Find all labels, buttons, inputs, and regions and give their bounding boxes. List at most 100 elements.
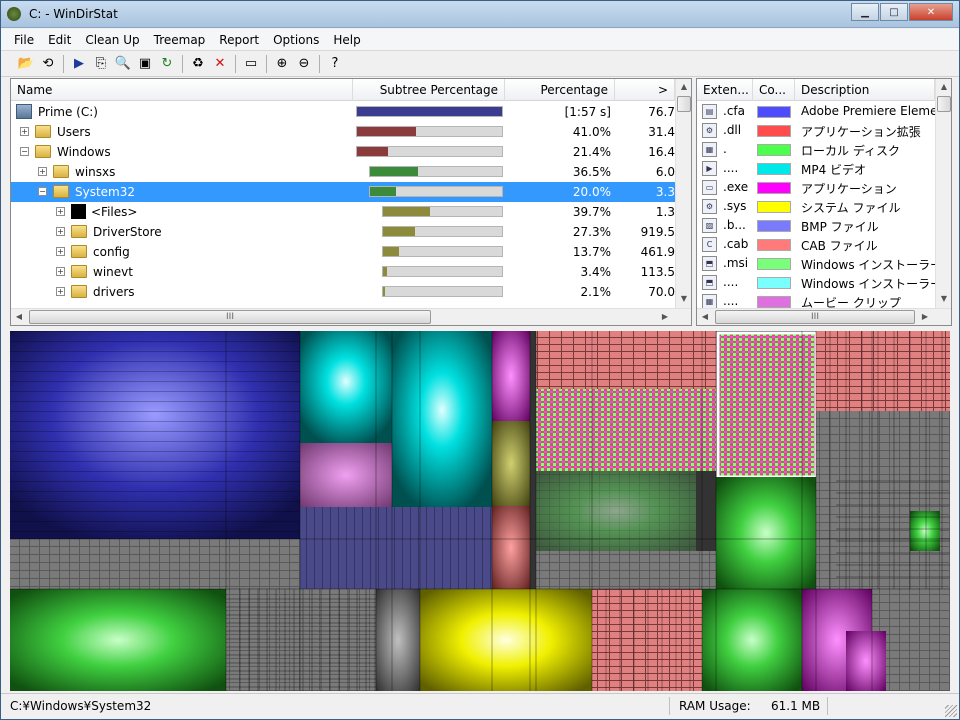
extension-row[interactable]: ⚙ .dll アプリケーション拡張 (697, 121, 935, 140)
cmd-icon[interactable]: ▣ (134, 53, 156, 75)
folder-icon (35, 125, 51, 138)
minimize-button[interactable]: ▁ (851, 3, 879, 21)
extension-row[interactable]: ⬒.... Windows インストーラー (697, 273, 935, 292)
refresh-icon[interactable]: ⟲ (37, 53, 59, 75)
extension-row[interactable]: ▦.... ムービー クリップ (697, 292, 935, 308)
expand-icon[interactable]: + (38, 167, 47, 176)
ext-scroll-left-arrow-icon[interactable]: ◀ (697, 309, 713, 325)
expand-icon[interactable]: + (56, 227, 65, 236)
ext-scroll-up-arrow-icon[interactable]: ▲ (936, 79, 951, 95)
extension-vertical-scrollbar[interactable]: ▲ ▼ (935, 79, 951, 308)
expand-icon[interactable]: + (56, 267, 65, 276)
column-description[interactable]: Description (795, 79, 935, 101)
tree-row[interactable]: − System32 20.0% 3.3 (11, 182, 675, 202)
tree-item-name: DriverStore (93, 225, 162, 239)
extension-row[interactable]: ▭ .exe アプリケーション (697, 178, 935, 197)
tree-vscroll-thumb[interactable] (677, 96, 691, 112)
tree-row[interactable]: Prime (C:) [1:57 s] 76.7 (11, 102, 675, 122)
menu-edit[interactable]: Edit (41, 29, 78, 51)
ext-scroll-down-arrow-icon[interactable]: ▼ (936, 291, 951, 307)
subtree-percentage-fill (357, 147, 389, 156)
column-extension[interactable]: Exten... (697, 79, 753, 101)
treemap-canvas[interactable] (10, 331, 950, 691)
column-subtree-percentage[interactable]: Subtree Percentage (353, 79, 505, 101)
menu-file[interactable]: File (7, 29, 41, 51)
menu-report[interactable]: Report (212, 29, 266, 51)
open-icon[interactable]: 📂 (15, 53, 37, 75)
menu-clean-up[interactable]: Clean Up (78, 29, 146, 51)
extension-row[interactable]: C .cab CAB ファイル (697, 235, 935, 254)
scroll-up-arrow-icon[interactable]: ▲ (676, 79, 691, 95)
column-color[interactable]: Co... (753, 79, 795, 101)
explorer-icon[interactable]: 🔍 (112, 53, 134, 75)
expand-icon[interactable]: + (20, 127, 29, 136)
extension-row[interactable]: ▦. ローカル ディスク (697, 140, 935, 159)
collapse-icon[interactable]: − (38, 187, 47, 196)
expand-icon[interactable]: + (56, 247, 65, 256)
extension-rows: ▤ .cfa Adobe Premiere Eleme ⚙ .dll アプリケーション拡張… (697, 102, 935, 308)
extension-description: ローカル ディスク (801, 144, 900, 158)
title-bar[interactable]: C: - WinDirStat ▁ □ ✕ (1, 1, 959, 28)
zoom-in-icon[interactable]: ⊕ (271, 53, 293, 75)
properties-icon[interactable]: ▭ (240, 53, 262, 75)
column-size[interactable]: > (615, 79, 675, 101)
scroll-down-arrow-icon[interactable]: ▼ (676, 291, 691, 307)
size-value: 113.5 (640, 265, 675, 279)
refresh-sel-icon[interactable]: ↻ (156, 53, 178, 75)
subtree-percentage-fill (383, 267, 388, 276)
tree-row[interactable]: − Windows 21.4% 16.4 (11, 142, 675, 162)
percentage-value: 36.5% (572, 165, 611, 179)
menu-help[interactable]: Help (326, 29, 367, 51)
recycle-icon[interactable]: ♻ (187, 53, 209, 75)
tree-vertical-scrollbar[interactable]: ▲ ▼ (675, 79, 691, 308)
extension-row[interactable]: ▤ .cfa Adobe Premiere Eleme (697, 102, 935, 121)
tree-row[interactable]: + winevt 3.4% 113.5 (11, 262, 675, 282)
file-type-icon: ⚙ (702, 199, 717, 214)
resize-grip[interactable] (945, 705, 957, 717)
extension-name: .b... (723, 218, 746, 232)
tree-row[interactable]: + Users 41.0% 31.4 (11, 122, 675, 142)
subtree-percentage-fill (357, 127, 417, 136)
column-percentage[interactable]: Percentage (505, 79, 615, 101)
tree-row[interactable]: + drivers 2.1% 70.0 (11, 282, 675, 302)
file-type-icon: ▶ (702, 161, 717, 176)
tree-hscroll-thumb[interactable]: III (29, 310, 431, 324)
close-button[interactable]: ✕ (909, 3, 953, 21)
expand-icon[interactable]: + (56, 207, 65, 216)
ext-hscroll-thumb[interactable]: III (715, 310, 915, 324)
ext-vscroll-thumb[interactable] (937, 96, 951, 112)
menu-treemap[interactable]: Treemap (147, 29, 213, 51)
maximize-button[interactable]: □ (880, 3, 908, 21)
treemap-view[interactable] (10, 331, 950, 691)
extension-description: システム ファイル (801, 201, 901, 215)
play-icon[interactable]: ▶ (68, 53, 90, 75)
delete-icon[interactable]: ✕ (209, 53, 231, 75)
folder-icon (53, 185, 69, 198)
extension-horizontal-scrollbar[interactable]: ◀ III ▶ (697, 308, 951, 325)
expand-icon[interactable]: + (56, 287, 65, 296)
percentage-value: [1:57 s] (564, 105, 611, 119)
tree-row[interactable]: + winsxs 36.5% 6.0 (11, 162, 675, 182)
scroll-right-arrow-icon[interactable]: ▶ (657, 309, 673, 325)
collapse-icon[interactable]: − (20, 147, 29, 156)
tree-row[interactable]: + <Files> 39.7% 1.3 (11, 202, 675, 222)
copy-icon[interactable]: ⎘ (90, 53, 112, 75)
extension-description: Windows インストーラー (801, 277, 935, 291)
scroll-left-arrow-icon[interactable]: ◀ (11, 309, 27, 325)
extension-row[interactable]: ⬒ .msi Windows インストーラー (697, 254, 935, 273)
zoom-out-icon[interactable]: ⊖ (293, 53, 315, 75)
menu-options[interactable]: Options (266, 29, 326, 51)
extension-row[interactable]: ▨ .b... BMP ファイル (697, 216, 935, 235)
extension-row[interactable]: ▶.... MP4 ビデオ (697, 159, 935, 178)
tree-horizontal-scrollbar[interactable]: ◀ III ▶ (11, 308, 691, 325)
subtree-percentage-bar (382, 226, 503, 237)
ext-scroll-right-arrow-icon[interactable]: ▶ (917, 309, 933, 325)
color-swatch (757, 277, 791, 289)
help-icon[interactable]: ? (324, 53, 346, 75)
tree-row[interactable]: + DriverStore 27.3% 919.5 (11, 222, 675, 242)
extension-description: CAB ファイル (801, 239, 878, 253)
column-name[interactable]: Name (11, 79, 353, 101)
tree-item-name: System32 (75, 185, 136, 199)
extension-row[interactable]: ⚙ .sys システム ファイル (697, 197, 935, 216)
tree-row[interactable]: + config 13.7% 461.9 (11, 242, 675, 262)
